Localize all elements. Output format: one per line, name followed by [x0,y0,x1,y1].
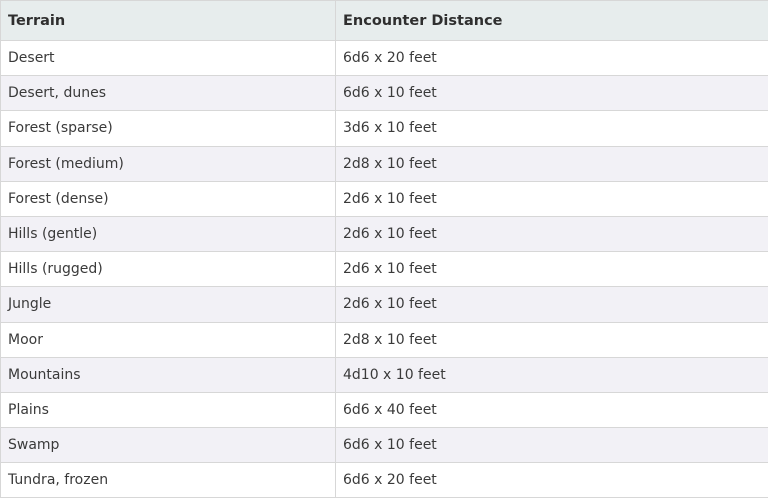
terrain-cell: Forest (medium) [1,146,336,181]
distance-cell: 4d10 x 10 feet [336,357,768,392]
distance-cell: 6d6 x 20 feet [336,463,768,498]
terrain-cell: Hills (rugged) [1,252,336,287]
table-row: Hills (rugged) 2d6 x 10 feet [1,252,768,287]
distance-cell: 6d6 x 10 feet [336,428,768,463]
table-row: Tundra, frozen 6d6 x 20 feet [1,463,768,498]
table-row: Jungle 2d6 x 10 feet [1,287,768,322]
terrain-cell: Desert [1,41,336,76]
distance-cell: 6d6 x 10 feet [336,76,768,111]
column-header-encounter-distance: Encounter Distance [336,1,768,41]
terrain-cell: Jungle [1,287,336,322]
encounter-distance-table: Terrain Encounter Distance Desert 6d6 x … [0,0,768,498]
table-row: Forest (medium) 2d8 x 10 feet [1,146,768,181]
table-row: Swamp 6d6 x 10 feet [1,428,768,463]
table-row: Hills (gentle) 2d6 x 10 feet [1,216,768,251]
column-header-terrain: Terrain [1,1,336,41]
terrain-cell: Desert, dunes [1,76,336,111]
terrain-cell: Tundra, frozen [1,463,336,498]
table-row: Forest (sparse) 3d6 x 10 feet [1,111,768,146]
table-row: Desert, dunes 6d6 x 10 feet [1,76,768,111]
table-body: Desert 6d6 x 20 feet Desert, dunes 6d6 x… [1,41,768,498]
table-row: Desert 6d6 x 20 feet [1,41,768,76]
terrain-cell: Hills (gentle) [1,216,336,251]
terrain-cell: Forest (sparse) [1,111,336,146]
distance-cell: 2d8 x 10 feet [336,146,768,181]
distance-cell: 2d6 x 10 feet [336,181,768,216]
distance-cell: 6d6 x 20 feet [336,41,768,76]
table-header-row: Terrain Encounter Distance [1,1,768,41]
terrain-cell: Swamp [1,428,336,463]
distance-cell: 2d8 x 10 feet [336,322,768,357]
terrain-cell: Plains [1,392,336,427]
distance-cell: 6d6 x 40 feet [336,392,768,427]
distance-cell: 2d6 x 10 feet [336,216,768,251]
distance-cell: 3d6 x 10 feet [336,111,768,146]
table-row: Mountains 4d10 x 10 feet [1,357,768,392]
table-row: Moor 2d8 x 10 feet [1,322,768,357]
terrain-cell: Mountains [1,357,336,392]
table-row: Plains 6d6 x 40 feet [1,392,768,427]
terrain-cell: Forest (dense) [1,181,336,216]
table-row: Forest (dense) 2d6 x 10 feet [1,181,768,216]
distance-cell: 2d6 x 10 feet [336,252,768,287]
distance-cell: 2d6 x 10 feet [336,287,768,322]
terrain-cell: Moor [1,322,336,357]
